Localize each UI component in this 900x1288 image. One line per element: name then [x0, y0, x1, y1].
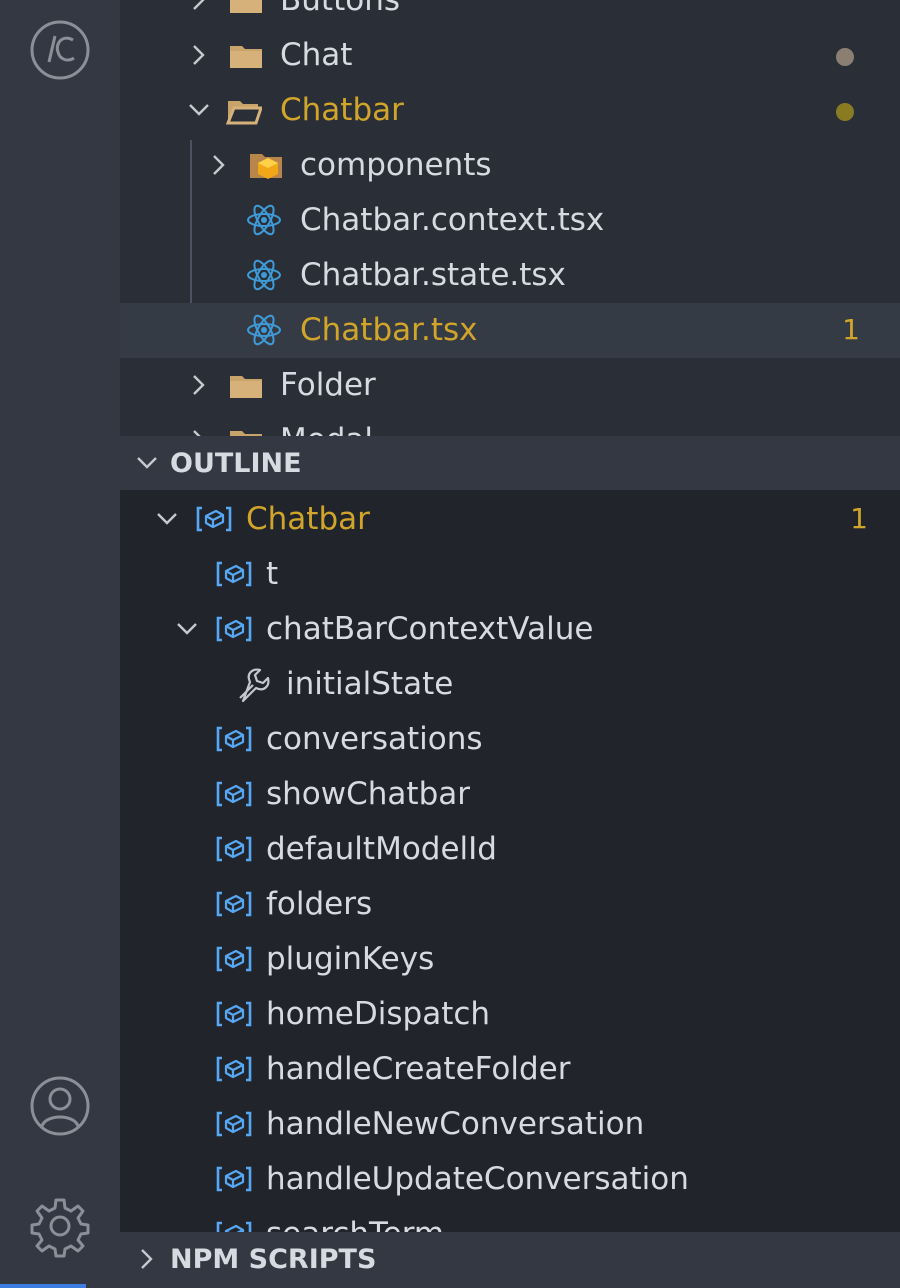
react-icon: [247, 314, 281, 346]
chevron-right-icon: [213, 155, 225, 175]
problem-count-badge: 1: [850, 502, 868, 535]
outline-item-label: showChatbar: [266, 776, 470, 812]
variable-icon: [216, 1001, 252, 1027]
variable-icon: [216, 726, 252, 752]
outline-item-label: handleNewConversation: [266, 1106, 645, 1142]
remote-explorer-icon[interactable]: [28, 18, 92, 82]
outline-item-label: conversations: [266, 721, 483, 757]
explorer-tree: Buttons Chat Chatbar components Chatbar.…: [120, 0, 900, 436]
tree-item-chat[interactable]: Chat: [120, 28, 900, 83]
outline-item-label: pluginKeys: [266, 941, 435, 977]
outline-tree: Chatbar 1 t chatBarContextValue initialS…: [120, 490, 900, 1232]
npm-scripts-title: NPM SCRIPTS: [170, 1244, 377, 1275]
outline-item-t[interactable]: t: [120, 547, 900, 602]
tree-item-chatbar[interactable]: Chatbar: [120, 83, 900, 138]
modified-dot: [836, 48, 854, 66]
outline-item-label: handleUpdateConversation: [266, 1161, 689, 1197]
outline-item-label: folders: [266, 886, 373, 922]
tree-item-label: Chatbar: [280, 92, 404, 128]
chevron-right-icon: [193, 45, 205, 65]
react-icon: [247, 259, 281, 291]
tree-item-label: Chat: [280, 37, 353, 73]
modified-dot: [836, 103, 854, 121]
variable-icon: [216, 1056, 252, 1082]
outline-item-showchatbar[interactable]: showChatbar: [120, 767, 900, 822]
react-icon: [247, 204, 281, 236]
outline-item-label: chatBarContextValue: [266, 611, 594, 647]
folder-icon: [230, 46, 262, 68]
variable-icon: [216, 946, 252, 972]
tree-item-modal[interactable]: Modal: [120, 413, 900, 436]
outline-section-header[interactable]: OUTLINE: [120, 436, 900, 490]
variable-icon: [216, 836, 252, 862]
tree-item-chatbar-state[interactable]: Chatbar.state.tsx: [120, 248, 900, 303]
chevron-down-icon: [157, 513, 177, 525]
tree-item-label: Folder: [280, 367, 376, 403]
outline-item-pluginkeys[interactable]: pluginKeys: [120, 932, 900, 987]
variable-icon: [216, 1166, 252, 1192]
tree-item-chatbar-tsx[interactable]: Chatbar.tsx 1: [120, 303, 900, 358]
outline-item-handlenewconversation[interactable]: handleNewConversation: [120, 1097, 900, 1152]
tree-item-label: Chatbar.state.tsx: [300, 257, 566, 293]
tree-item-label: Chatbar.tsx: [300, 312, 478, 348]
chevron-down-icon: [177, 623, 197, 635]
outline-item-label: initialState: [286, 666, 454, 702]
variable-icon: [216, 891, 252, 917]
outline-item-label: handleCreateFolder: [266, 1051, 571, 1087]
chevron-right-icon: [193, 430, 201, 436]
sidebar: Buttons Chat Chatbar components Chatbar.…: [120, 0, 900, 1288]
tree-item-label: Modal: [280, 421, 373, 436]
tree-item-folder[interactable]: Folder: [120, 358, 900, 413]
variable-icon: [216, 781, 252, 807]
variable-icon: [196, 506, 232, 532]
outline-item-label: Chatbar: [246, 501, 370, 537]
chevron-right-icon: [193, 375, 205, 395]
outline-item-handleupdateconversation[interactable]: handleUpdateConversation: [120, 1152, 900, 1207]
outline-item-label: searchTerm: [266, 1215, 444, 1232]
folder-icon: [230, 0, 262, 13]
activity-bar: [0, 0, 120, 1288]
outline-item-chatbar[interactable]: Chatbar 1: [120, 492, 900, 547]
folder-open-icon: [226, 101, 262, 125]
wrench-icon: [239, 668, 270, 702]
folder-icon: [230, 431, 262, 436]
problem-count-badge: 1: [842, 313, 860, 346]
chevron-down-icon: [189, 104, 209, 116]
outline-title: OUTLINE: [170, 448, 302, 479]
outline-item-searchterm[interactable]: searchTerm: [120, 1207, 900, 1232]
outline-item-homedispatch[interactable]: homeDispatch: [120, 987, 900, 1042]
account-icon[interactable]: [28, 1074, 92, 1138]
chevron-right-icon: [141, 1249, 153, 1269]
outline-item-label: homeDispatch: [266, 996, 491, 1032]
outline-item-initialstate[interactable]: initialState: [120, 657, 900, 712]
npm-scripts-section-header[interactable]: NPM SCRIPTS: [120, 1232, 900, 1288]
chevron-right-icon: [193, 0, 205, 10]
active-indicator: [0, 1284, 86, 1288]
outline-item-chatbarcontextvalue[interactable]: chatBarContextValue: [120, 602, 900, 657]
outline-item-label: t: [266, 556, 279, 592]
outline-item-folders[interactable]: folders: [120, 877, 900, 932]
gear-icon[interactable]: [28, 1194, 92, 1258]
variable-icon: [216, 1111, 252, 1137]
variable-icon: [216, 616, 252, 642]
outline-item-defaultmodelid[interactable]: defaultModelId: [120, 822, 900, 877]
tree-item-label: components: [300, 147, 492, 183]
chevron-down-icon: [137, 457, 157, 469]
components-folder-icon: [250, 154, 282, 179]
tree-item-label: Buttons: [280, 0, 400, 18]
tree-item-components[interactable]: components: [120, 138, 900, 193]
outline-item-handlecreatefolder[interactable]: handleCreateFolder: [120, 1042, 900, 1097]
variable-icon: [216, 1221, 252, 1232]
outline-item-label: defaultModelId: [266, 831, 497, 867]
tree-item-label: Chatbar.context.tsx: [300, 202, 605, 238]
folder-icon: [230, 376, 262, 398]
tree-item-buttons[interactable]: Buttons: [120, 0, 900, 28]
outline-item-conversations[interactable]: conversations: [120, 712, 900, 767]
variable-icon: [216, 561, 252, 587]
tree-item-chatbar-context[interactable]: Chatbar.context.tsx: [120, 193, 900, 248]
